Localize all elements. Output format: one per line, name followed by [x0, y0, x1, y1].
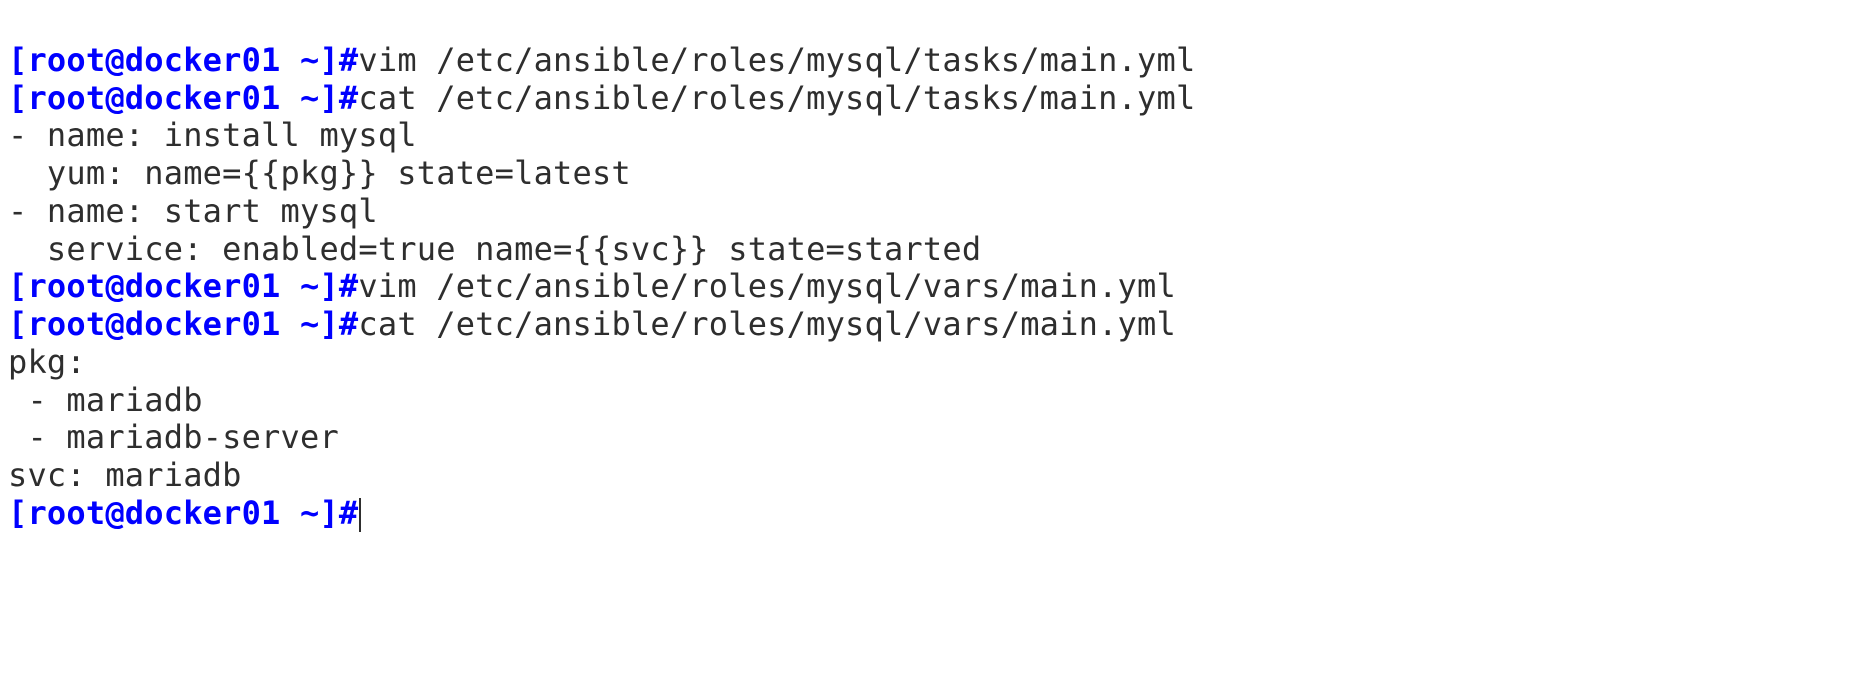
shell-prompt: [root@docker01 ~]#	[8, 41, 358, 79]
shell-prompt: [root@docker01 ~]#	[8, 494, 358, 532]
terminal-line: [root@docker01 ~]#	[8, 494, 361, 532]
terminal-line: [root@docker01 ~]#cat /etc/ansible/roles…	[8, 79, 1195, 117]
output-line: pkg:	[8, 343, 86, 381]
output-line: svc: mariadb	[8, 456, 242, 494]
terminal-line: [root@docker01 ~]#vim /etc/ansible/roles…	[8, 267, 1176, 305]
shell-prompt: [root@docker01 ~]#	[8, 267, 358, 305]
shell-command: vim /etc/ansible/roles/mysql/vars/main.y…	[358, 267, 1176, 305]
terminal-output[interactable]: [root@docker01 ~]#vim /etc/ansible/roles…	[0, 0, 1876, 537]
output-line: service: enabled=true name={{svc}} state…	[8, 230, 981, 268]
cursor-icon	[359, 498, 361, 532]
shell-prompt: [root@docker01 ~]#	[8, 79, 358, 117]
shell-command: vim /etc/ansible/roles/mysql/tasks/main.…	[358, 41, 1195, 79]
output-line: - name: install mysql	[8, 116, 417, 154]
output-line: - mariadb-server	[8, 418, 339, 456]
output-line: yum: name={{pkg}} state=latest	[8, 154, 631, 192]
shell-command: cat /etc/ansible/roles/mysql/tasks/main.…	[358, 79, 1195, 117]
shell-command: cat /etc/ansible/roles/mysql/vars/main.y…	[358, 305, 1176, 343]
terminal-line: [root@docker01 ~]#vim /etc/ansible/roles…	[8, 41, 1195, 79]
output-line: - mariadb	[8, 381, 203, 419]
terminal-line: [root@docker01 ~]#cat /etc/ansible/roles…	[8, 305, 1176, 343]
shell-prompt: [root@docker01 ~]#	[8, 305, 358, 343]
output-line: - name: start mysql	[8, 192, 378, 230]
